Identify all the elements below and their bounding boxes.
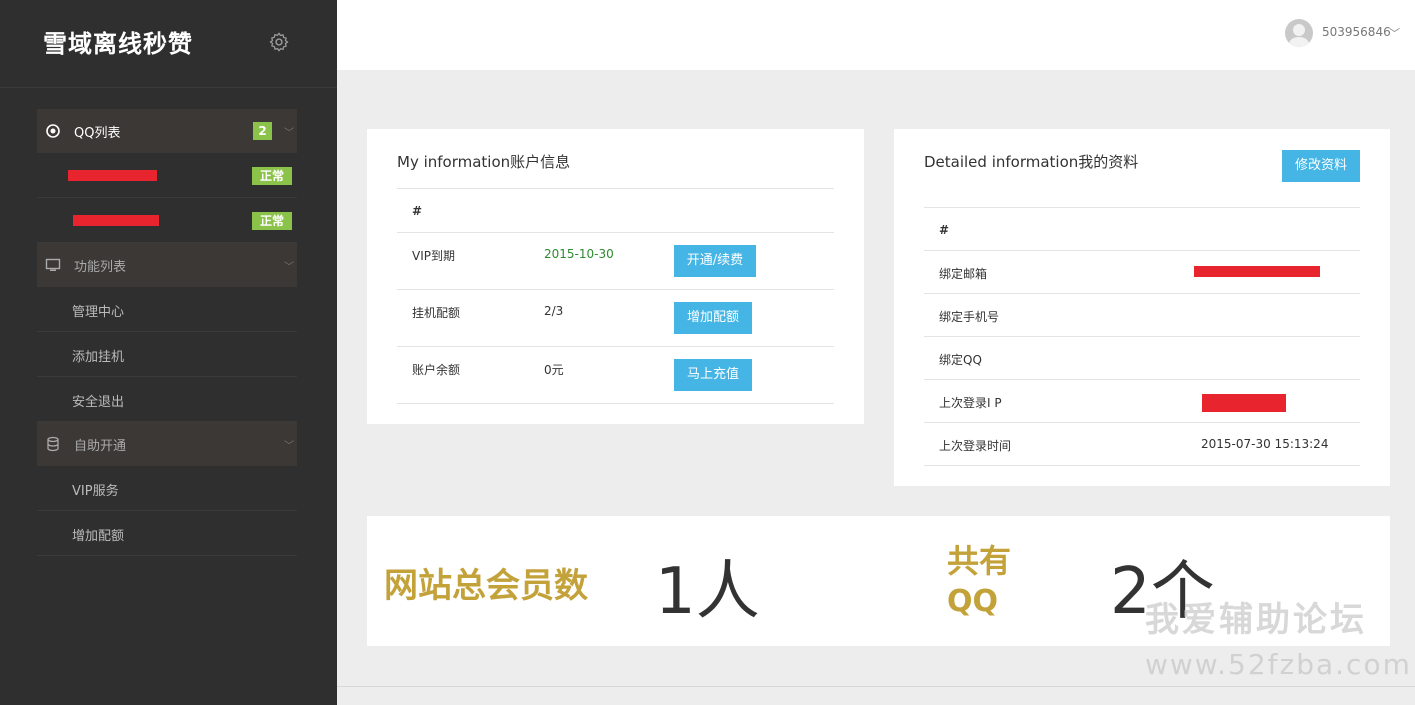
menu-group-qq-list[interactable]: QQ列表 2 ﹀ — [37, 109, 297, 153]
divider — [397, 346, 834, 347]
divider — [924, 422, 1360, 423]
row-label: 绑定QQ — [939, 353, 982, 367]
divider — [924, 336, 1360, 337]
sidebar: 雪域离线秒赞 QQ列表 2 ﹀ 正常 正常 功能列表 ﹀ 管理中心 添加挂机 安… — [0, 0, 337, 705]
qq-icon — [46, 124, 60, 138]
divider — [924, 465, 1360, 466]
redacted-email — [1194, 266, 1320, 277]
account-info-card: My information账户信息 # VIP到期 2015-10-30 开通… — [367, 129, 864, 424]
redacted-label — [73, 215, 159, 226]
row-label: 上次登录时间 — [939, 439, 1012, 453]
menu-group-label: 功能列表 — [74, 260, 127, 275]
profile-card: Detailed information我的资料 修改资料 # 绑定邮箱 绑定手… — [894, 129, 1390, 486]
recharge-button[interactable]: 马上充值 — [674, 359, 752, 391]
sidebar-item-label: 增加配额 — [72, 529, 125, 544]
database-icon — [47, 436, 59, 452]
menu-group-label: 自助开通 — [74, 439, 127, 454]
row-label: VIP到期 — [412, 249, 455, 263]
chevron-down-icon: ﹀ — [284, 262, 294, 273]
card-title: My information账户信息 — [397, 153, 571, 171]
monitor-icon — [45, 258, 61, 271]
watermark-title: 我爱辅助论坛 — [1145, 600, 1367, 640]
qq-label-line1: 共有 — [947, 542, 1012, 580]
row-label: 绑定邮箱 — [939, 267, 988, 281]
qq-label-line2: QQ — [947, 584, 999, 619]
menu-group-label: QQ列表 — [74, 126, 121, 141]
card-title: Detailed information我的资料 — [924, 153, 1139, 171]
table-header: # — [939, 223, 950, 237]
vip-expiry-value: 2015-10-30 — [544, 247, 614, 261]
divider — [397, 403, 834, 404]
app-title: 雪域离线秒赞 — [43, 29, 193, 58]
row-label: 上次登录I P — [939, 396, 1002, 410]
members-count: 1人 — [655, 540, 760, 632]
row-label: 账户余额 — [412, 363, 461, 377]
sidebar-item-add-bot[interactable]: 添加挂机 — [37, 332, 297, 377]
sidebar-item-qq-account[interactable]: 正常 — [37, 153, 297, 198]
divider — [397, 232, 834, 233]
sidebar-item-qq-account[interactable]: 正常 — [37, 198, 297, 243]
top-bar: 503956846 ﹀ — [337, 0, 1415, 70]
redacted-ip — [1202, 394, 1286, 412]
count-badge: 2 — [253, 122, 272, 140]
sidebar-item-label: 安全退出 — [72, 395, 125, 410]
members-label: 网站总会员数 — [384, 566, 588, 606]
divider — [924, 250, 1360, 251]
menu-group-functions[interactable]: 功能列表 ﹀ — [37, 243, 297, 287]
username[interactable]: 503956846 — [1322, 25, 1391, 39]
redacted-label — [68, 170, 157, 181]
sidebar-item-logout[interactable]: 安全退出 — [37, 377, 297, 422]
sidebar-item-add-quota[interactable]: 增加配额 — [37, 511, 297, 556]
table-header: # — [412, 204, 423, 218]
add-quota-button[interactable]: 增加配额 — [674, 302, 752, 334]
sidebar-item-label: VIP服务 — [72, 484, 119, 499]
divider — [397, 289, 834, 290]
row-label: 挂机配额 — [412, 306, 461, 320]
divider — [397, 188, 834, 189]
gear-icon[interactable] — [268, 31, 290, 53]
row-label: 绑定手机号 — [939, 310, 1000, 324]
status-badge: 正常 — [252, 167, 292, 185]
sidebar-item-label: 管理中心 — [72, 305, 125, 320]
last-login-time: 2015-07-30 15:13:24 — [1201, 437, 1329, 451]
renew-button[interactable]: 开通/续费 — [674, 245, 756, 277]
chevron-down-icon: ﹀ — [284, 128, 294, 139]
status-badge: 正常 — [252, 212, 292, 230]
footer-divider — [337, 686, 1415, 687]
quota-value: 2/3 — [544, 304, 564, 318]
watermark-url: www.52fzba.com — [1145, 648, 1412, 681]
divider — [924, 207, 1360, 208]
divider — [924, 293, 1360, 294]
chevron-down-icon[interactable]: ﹀ — [1389, 25, 1400, 41]
sidebar-item-label: 添加挂机 — [72, 350, 125, 365]
members-count-number: 1 — [655, 555, 696, 629]
edit-profile-button[interactable]: 修改资料 — [1282, 150, 1360, 182]
brand-header: 雪域离线秒赞 — [0, 0, 337, 88]
sidebar-item-vip-service[interactable]: VIP服务 — [37, 466, 297, 511]
chevron-down-icon: ﹀ — [284, 441, 294, 452]
divider — [924, 379, 1360, 380]
sidebar-item-admin-center[interactable]: 管理中心 — [37, 287, 297, 332]
members-unit: 人 — [695, 555, 760, 629]
balance-value: 0元 — [544, 363, 564, 377]
sidebar-menu: QQ列表 2 ﹀ 正常 正常 功能列表 ﹀ 管理中心 添加挂机 安全退出 自助开… — [37, 109, 297, 556]
menu-group-self-service[interactable]: 自助开通 ﹀ — [37, 422, 297, 466]
avatar[interactable] — [1285, 19, 1313, 47]
